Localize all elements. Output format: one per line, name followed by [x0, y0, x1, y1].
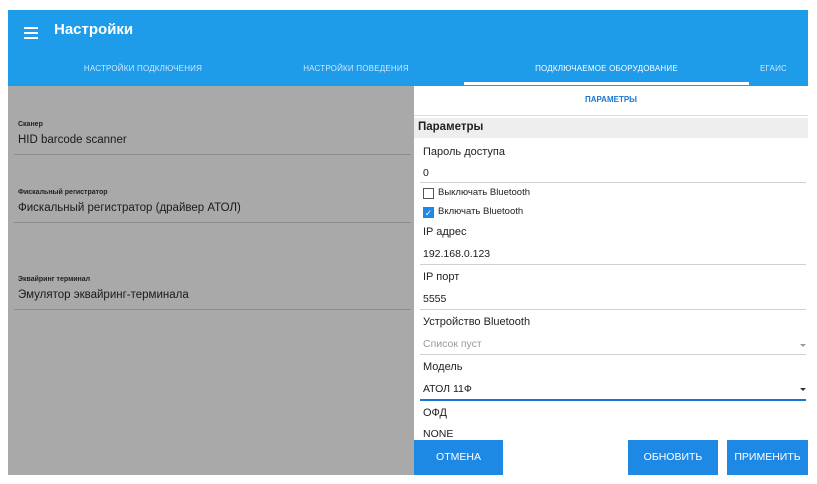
field-underline [420, 354, 806, 355]
section-title: Параметры [418, 121, 484, 133]
dropdown-value: Список пуст [423, 338, 482, 350]
app-window: Настройки НАСТРОЙКИ ПОДКЛЮЧЕНИЯ НАСТРОЙК… [8, 10, 808, 475]
field-underline [420, 309, 806, 310]
tab-egais[interactable]: ЕГАИС [760, 62, 808, 86]
divider [14, 309, 411, 310]
model-label: Модель [423, 361, 463, 373]
checkbox-label: Выключать Bluetooth [438, 187, 530, 198]
chevron-down-icon [800, 388, 806, 391]
divider [14, 222, 411, 223]
apply-button[interactable]: ПРИМЕНИТЬ [727, 440, 808, 475]
ofd-value[interactable]: NONE [423, 428, 453, 440]
checkbox-box[interactable] [423, 188, 434, 199]
hamburger-menu-icon[interactable] [24, 27, 38, 39]
parameters-panel: ПАРАМЕТРЫ Параметры Пароль доступа 0 Вык… [414, 86, 808, 475]
ofd-label: ОФД [423, 407, 448, 419]
active-tab-indicator [464, 82, 749, 85]
field-underline [420, 182, 806, 183]
device-label: Фискальный регистратор [18, 189, 108, 196]
divider [14, 154, 411, 155]
dropdown-value: АТОЛ 11Ф [423, 383, 472, 395]
device-list: Сканер HID barcode scanner Фискальный ре… [8, 86, 414, 475]
cancel-button[interactable]: ОТМЕНА [414, 440, 503, 475]
ip-address-input[interactable]: 192.168.0.123 [423, 248, 490, 260]
device-value: Фискальный регистратор (драйвер АТОЛ) [18, 202, 241, 214]
ip-port-input[interactable]: 5555 [423, 293, 446, 305]
tab-connection-settings[interactable]: НАСТРОЙКИ ПОДКЛЮЧЕНИЯ [48, 62, 238, 86]
chevron-down-icon [800, 344, 806, 347]
tab-parameters[interactable]: ПАРАМЕТРЫ [414, 95, 808, 104]
password-label: Пароль доступа [423, 146, 505, 158]
subtab-bar: ПАРАМЕТРЫ [414, 86, 808, 116]
tab-behavior-settings[interactable]: НАСТРОЙКИ ПОВЕДЕНИЯ [266, 62, 446, 86]
app-bar: Настройки НАСТРОЙКИ ПОДКЛЮЧЕНИЯ НАСТРОЙК… [8, 10, 808, 86]
checkbox-checked[interactable]: ✓ [423, 207, 434, 218]
section-header: Параметры [414, 118, 808, 138]
device-value: Эмулятор эквайринг-терминала [18, 289, 189, 301]
ip-address-label: IP адрес [423, 226, 467, 238]
device-label: Эквайринг терминал [18, 276, 91, 283]
field-underline [420, 399, 806, 401]
checkbox-label: Включать Bluetooth [438, 206, 524, 217]
app-title: Настройки [54, 21, 134, 38]
device-value: HID barcode scanner [18, 134, 127, 146]
field-underline [420, 264, 806, 265]
device-label: Сканер [18, 121, 43, 128]
refresh-button[interactable]: ОБНОВИТЬ [628, 440, 718, 475]
bluetooth-device-label: Устройство Bluetooth [423, 316, 531, 328]
password-input[interactable]: 0 [423, 167, 429, 179]
ip-port-label: IP порт [423, 271, 460, 283]
